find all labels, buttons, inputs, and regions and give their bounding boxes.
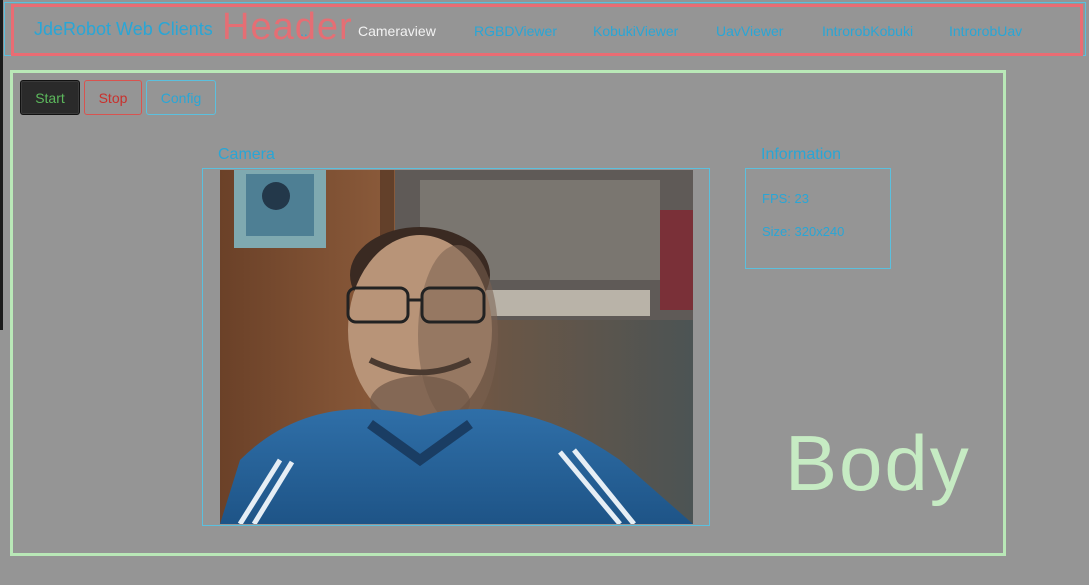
nav-item-introrobuav[interactable]: IntrorobUav: [949, 23, 1022, 39]
config-button[interactable]: Config: [146, 80, 216, 115]
nav-item-kobukiviewer[interactable]: KobukiViewer: [593, 23, 678, 39]
nav-item-uavviewer[interactable]: UavViewer: [716, 23, 783, 39]
start-button[interactable]: Start: [20, 80, 80, 115]
fps-readout: FPS: 23: [762, 191, 809, 206]
camera-title: Camera: [218, 146, 275, 163]
nav-item-cameraview[interactable]: Cameraview: [358, 23, 436, 39]
information-panel: [745, 168, 891, 269]
size-readout: Size: 320x240: [762, 224, 845, 239]
nav-item-introrobkobuki[interactable]: IntrorobKobuki: [822, 23, 913, 39]
brand-link[interactable]: JdeRobot Web Clients: [34, 19, 213, 40]
camera-frame-image: [220, 170, 693, 524]
nav-item-rgbdviewer[interactable]: RGBDViewer: [474, 23, 557, 39]
information-title: Information: [761, 146, 842, 163]
stop-button[interactable]: Stop: [84, 80, 142, 115]
header-region-label: Header: [222, 6, 353, 48]
window-edge: [0, 0, 3, 330]
camera-video-feed: [220, 170, 693, 524]
body-region-label: Body: [785, 419, 971, 507]
